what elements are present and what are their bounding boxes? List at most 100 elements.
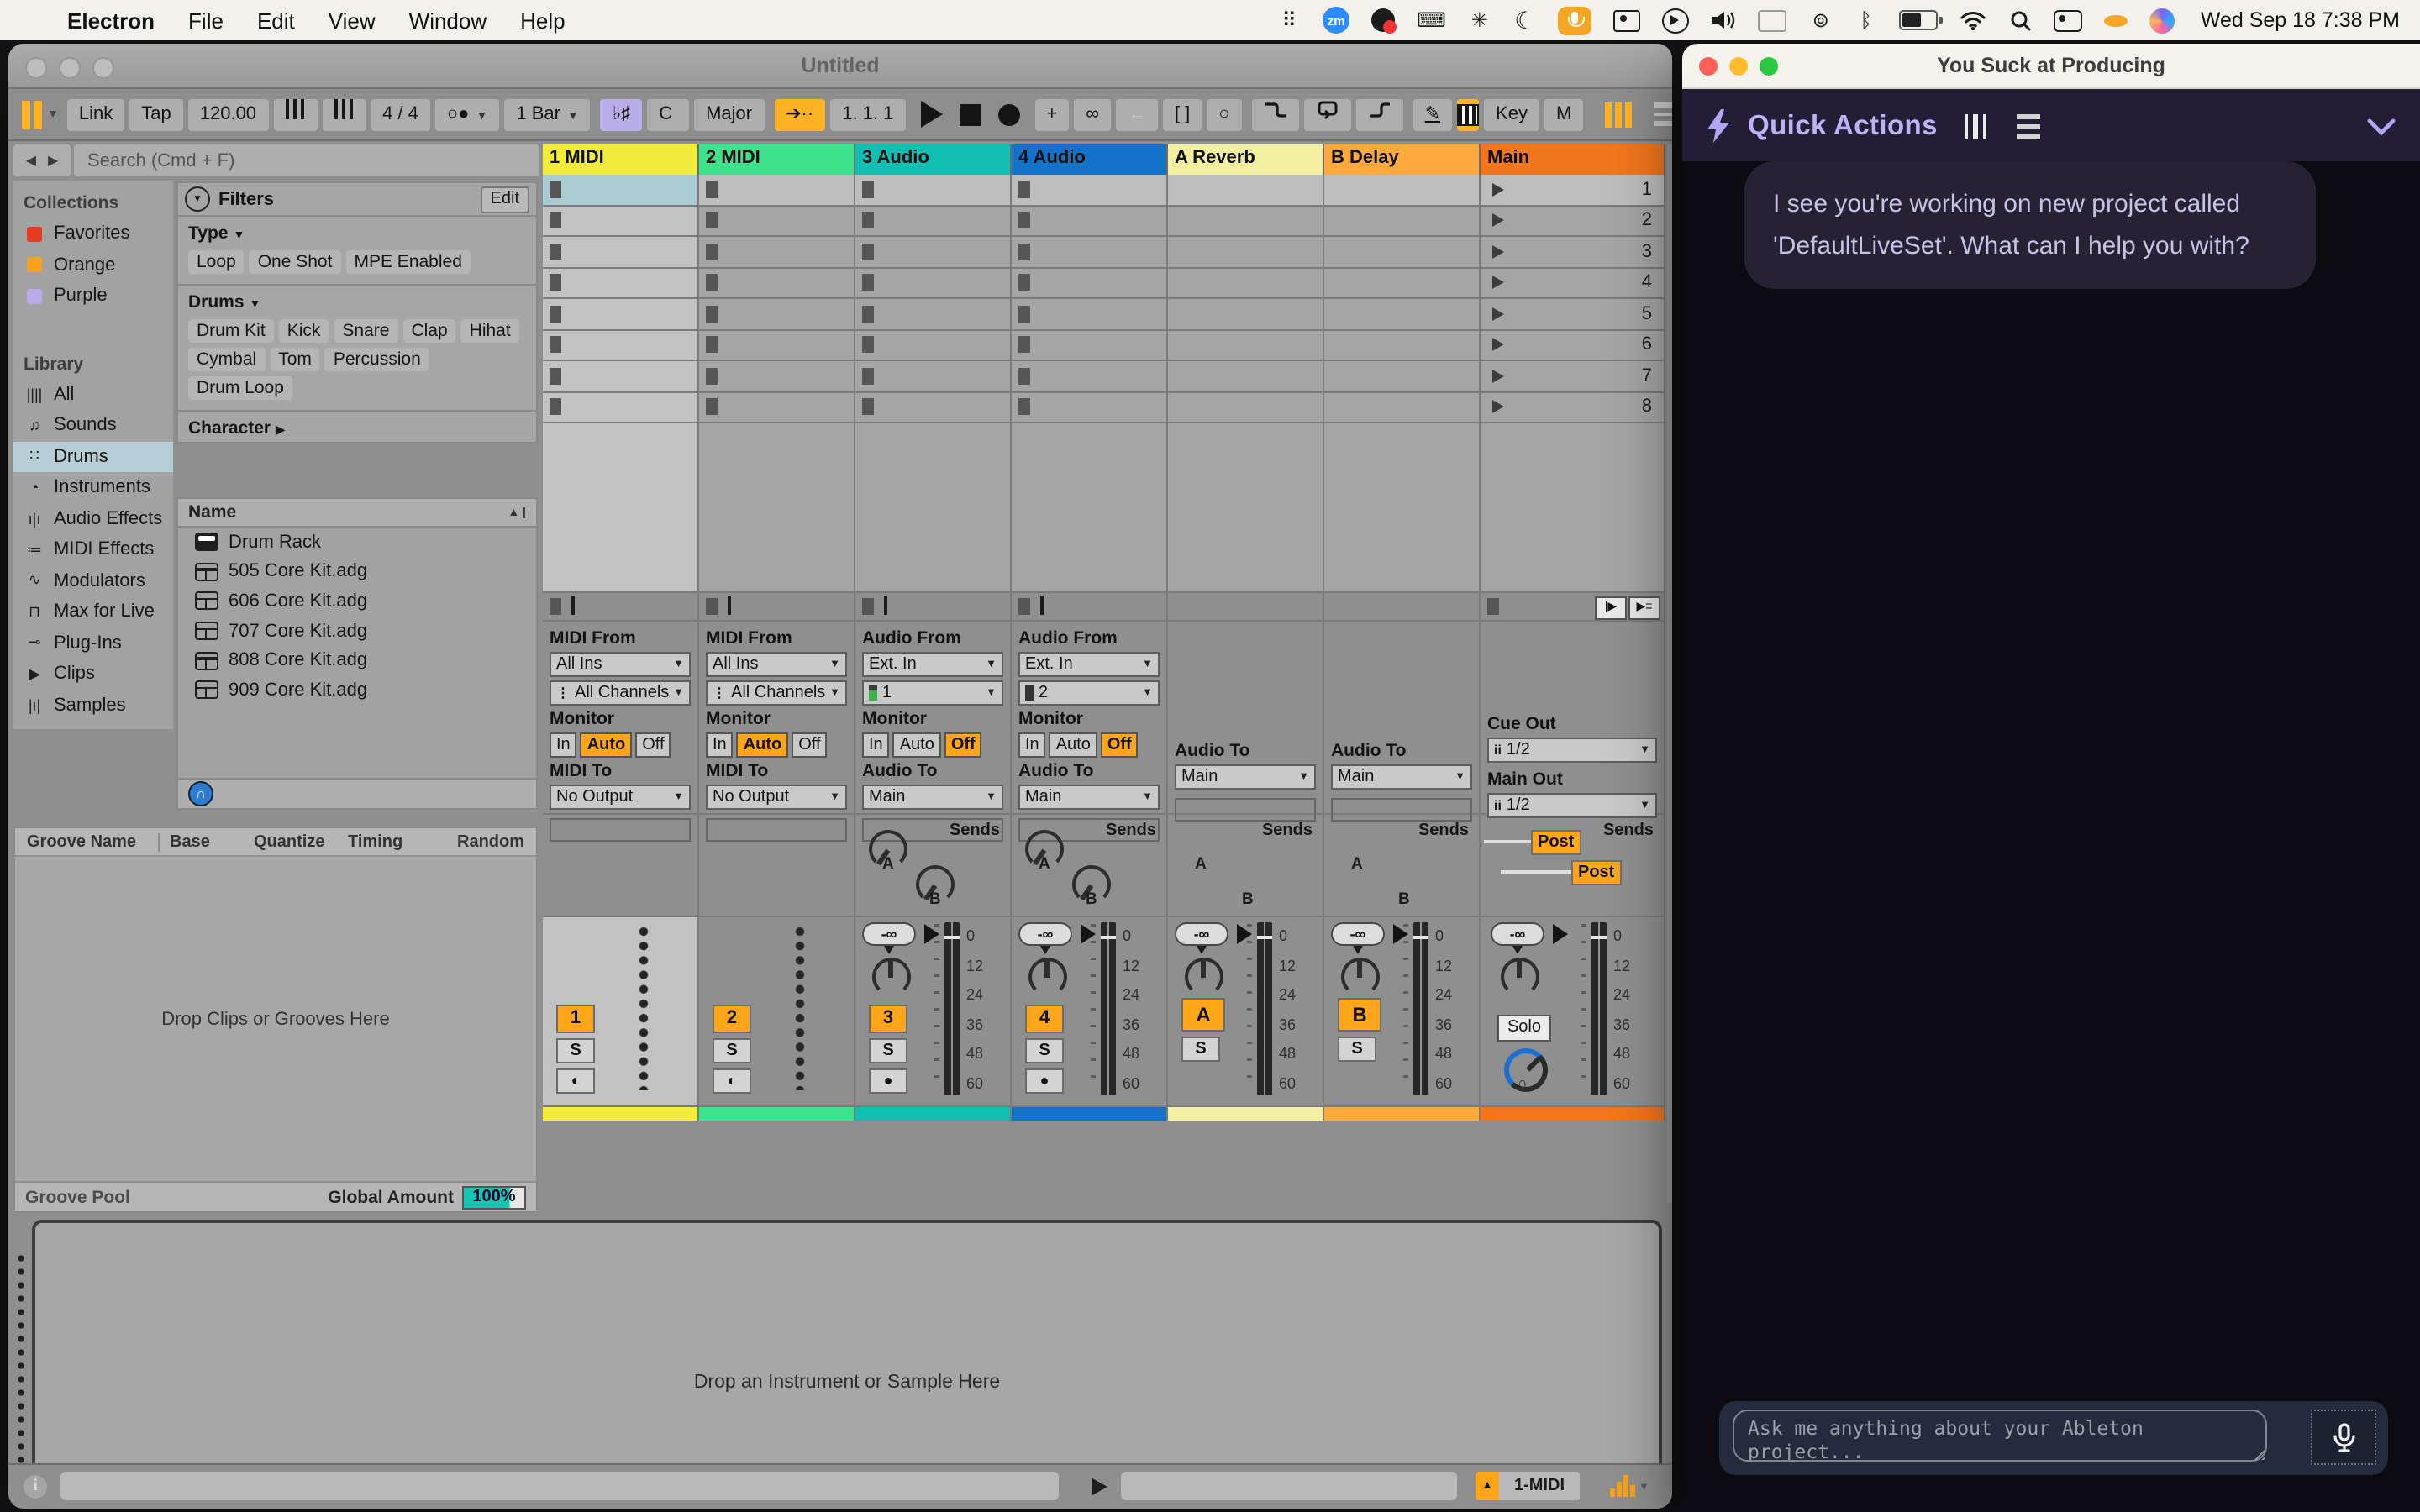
computer-midi-keyboard-button[interactable]: [1457, 98, 1480, 130]
filter-chip[interactable]: MPE Enabled: [345, 250, 471, 274]
pan-knob[interactable]: [1185, 958, 1223, 996]
main-stop-cell[interactable]: |▶ ▶≡: [1481, 593, 1665, 620]
close-icon[interactable]: [1699, 57, 1718, 76]
scale-root-menu[interactable]: C▼: [647, 98, 690, 162]
clip-slot[interactable]: [1012, 330, 1168, 360]
library-item[interactable]: ⊓ Max for Live: [13, 596, 173, 627]
list-item[interactable]: 505 Core Kit.adg: [178, 557, 536, 586]
clip-slot[interactable]: [543, 392, 699, 422]
track-header[interactable]: 3 Audio: [855, 144, 1012, 175]
tap-tempo-button[interactable]: Tap: [129, 98, 183, 130]
arm-button[interactable]: ●: [869, 1068, 908, 1094]
arm-button[interactable]: ●: [1025, 1068, 1064, 1094]
volume-field[interactable]: -∞: [1175, 922, 1228, 946]
cue-volume-knob[interactable]: ∩: [1504, 1048, 1548, 1092]
search-input[interactable]: [74, 144, 539, 176]
scene-slot[interactable]: 5: [1481, 299, 1665, 328]
clip-slot[interactable]: [1012, 268, 1168, 297]
library-item[interactable]: ∷ Drums: [13, 441, 173, 472]
filters-collapse-icon[interactable]: ▼: [185, 186, 210, 212]
zoom-app-icon[interactable]: zm: [1323, 7, 1350, 34]
overdub-button[interactable]: ∞: [1074, 98, 1111, 130]
scene-launch-icon[interactable]: [1492, 307, 1504, 321]
stop-all-clips-button[interactable]: ▶≡: [1628, 596, 1660, 620]
solo-button[interactable]: S: [1025, 1038, 1064, 1063]
minimize-icon[interactable]: [1729, 57, 1748, 76]
volume-icon[interactable]: [1712, 7, 1737, 34]
clip-slot[interactable]: [699, 206, 855, 235]
back-to-arrangement-icon[interactable]: ←: [1115, 98, 1158, 130]
scene-launch-icon[interactable]: [1492, 400, 1504, 414]
metronome-button[interactable]: ○● ▼: [434, 98, 500, 130]
microphone-active-icon[interactable]: [1558, 6, 1592, 34]
key-map-button[interactable]: Key: [1484, 98, 1539, 130]
re-enable-automation-icon[interactable]: [1303, 98, 1351, 130]
library-item[interactable]: ≔ MIDI Effects: [13, 534, 173, 565]
tempo-field[interactable]: 120.00: [187, 98, 269, 130]
assistant-titlebar[interactable]: You Suck at Producing: [1682, 44, 2420, 89]
monitor-switch[interactable]: In Auto Off: [1018, 732, 1160, 758]
pan-knob[interactable]: [1028, 958, 1067, 996]
menubar-item[interactable]: Electron: [50, 0, 171, 40]
record-button[interactable]: [997, 103, 1020, 125]
monitor-switch[interactable]: In Auto Off: [550, 732, 691, 758]
list-item[interactable]: 808 Core Kit.adg: [178, 646, 536, 675]
library-item[interactable]: ◔ Instruments: [13, 472, 173, 503]
arm-button[interactable]: ◐: [556, 1068, 595, 1094]
draw-mode-button[interactable]: ✎: [1413, 98, 1453, 130]
list-item[interactable]: Drum Rack: [178, 528, 536, 557]
return-track-header[interactable]: A Reverb: [1168, 144, 1324, 175]
window-traffic-lights[interactable]: [25, 57, 114, 79]
menubar-clock[interactable]: Wed Sep 18 7:38 PM: [2197, 8, 2400, 32]
capture-midi-button[interactable]: [ ]: [1162, 98, 1202, 130]
volume-field[interactable]: -∞: [1018, 922, 1072, 946]
menubar-item[interactable]: Help: [503, 0, 582, 40]
menubar-item[interactable]: View: [312, 0, 392, 40]
minimize-icon[interactable]: [59, 57, 81, 79]
volume-field[interactable]: -∞: [862, 922, 916, 946]
clip-slot[interactable]: [855, 361, 1012, 391]
main-track-header[interactable]: Main: [1481, 144, 1665, 175]
midi-to-dropdown[interactable]: No Output ▼: [550, 785, 691, 810]
global-amount-value[interactable]: 100%: [462, 1185, 526, 1209]
clip-slot[interactable]: [855, 175, 1012, 204]
automation-step-icon[interactable]: [1355, 98, 1403, 130]
track-activator[interactable]: 1: [556, 1005, 595, 1033]
window-traffic-lights[interactable]: [1699, 57, 1778, 76]
cooling-icon[interactable]: ✳: [1468, 7, 1491, 34]
monitor-switch[interactable]: In Auto Off: [706, 732, 847, 758]
scene-launch-icon[interactable]: [1492, 213, 1504, 228]
library-item[interactable]: ♫ Sounds: [13, 410, 173, 441]
filter-chip[interactable]: Tom: [270, 348, 320, 371]
library-item[interactable]: ▶ Clips: [13, 659, 173, 690]
collection-item[interactable]: Purple: [13, 281, 173, 312]
midi-indicator[interactable]: 1-MIDI: [1499, 1472, 1580, 1500]
solo-button[interactable]: S: [1338, 1037, 1376, 1062]
sort-ascending-icon[interactable]: ▲ |: [508, 507, 526, 518]
collection-item[interactable]: Orange: [13, 249, 173, 281]
scale-mode-toggle[interactable]: ♭♯: [600, 98, 643, 130]
clip-slot[interactable]: [855, 392, 1012, 422]
midi-channel-dropdown[interactable]: ⋮ All Channels ▼: [706, 680, 847, 706]
clip-slot[interactable]: [543, 268, 699, 297]
filter-drums-label[interactable]: Drums ▼: [188, 292, 526, 312]
cue-out-dropdown[interactable]: ii 1/2 ▼: [1487, 738, 1657, 763]
library-item[interactable]: |||| All: [13, 379, 173, 410]
track-stop-cell[interactable]: [699, 593, 855, 620]
filter-chip[interactable]: Kick: [278, 319, 329, 343]
scene-launch-icon[interactable]: [1492, 338, 1504, 352]
clip-slot[interactable]: [699, 299, 855, 328]
siri-icon[interactable]: [2149, 8, 2175, 33]
clip-slot[interactable]: [855, 206, 1012, 235]
clip-slot[interactable]: [1012, 206, 1168, 235]
clip-slot[interactable]: [855, 299, 1012, 328]
menubar-item[interactable]: Window: [392, 0, 504, 40]
clip-slot[interactable]: [543, 361, 699, 391]
clip-slot[interactable]: [699, 392, 855, 422]
volume-field[interactable]: -∞: [1331, 922, 1385, 946]
session-view-selector-icon[interactable]: [1605, 102, 1632, 127]
mic-button[interactable]: [2311, 1410, 2376, 1465]
forward-icon[interactable]: ▶: [48, 153, 58, 168]
link-button[interactable]: Link: [66, 98, 125, 130]
audio-to-dropdown[interactable]: Main ▼: [1018, 785, 1160, 810]
